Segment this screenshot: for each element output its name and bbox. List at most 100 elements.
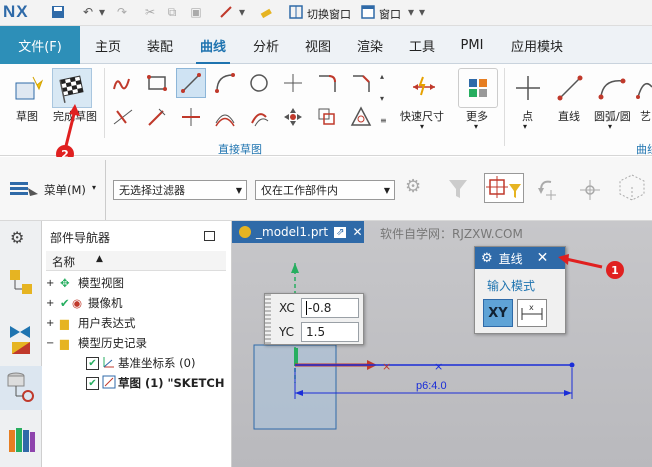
derived-curve-icon[interactable] [210, 102, 240, 132]
point-icon[interactable] [278, 68, 308, 98]
rectangle-icon[interactable] [142, 68, 172, 98]
dimension-label[interactable]: p6:4.0 [416, 380, 447, 392]
switch-window-label[interactable]: 切换窗口 [307, 6, 351, 22]
cut-icon[interactable]: ✂ [142, 4, 158, 20]
yc-input[interactable]: 1.5 [301, 322, 359, 342]
tab-application[interactable]: 应用模块 [500, 26, 574, 64]
tree-item-datum-csys[interactable]: ✔ 基准坐标系 (0) [86, 353, 195, 373]
quick-trim-icon[interactable] [108, 102, 138, 132]
point-tool-icon[interactable] [508, 68, 548, 108]
history-tab-icon[interactable] [0, 366, 42, 410]
column-name-label[interactable]: 名称 [52, 254, 75, 270]
line-dialog-header[interactable]: ⚙ 直线 ✕ [475, 247, 565, 269]
tab-render[interactable]: 渲染 [346, 26, 394, 64]
sketch-canvas[interactable]: × × p6:4.0 [232, 243, 652, 467]
expand-icon[interactable]: + [46, 298, 60, 309]
switch-window-icon[interactable] [288, 4, 304, 20]
tab-analysis[interactable]: 分析 [242, 26, 290, 64]
arc-circle-icon[interactable] [592, 68, 632, 108]
point-dropdown-icon[interactable]: ▾ [523, 122, 527, 131]
tab-file[interactable]: 文件(F) [0, 26, 80, 64]
xc-input[interactable]: -0.8 [301, 298, 359, 318]
eraser-icon[interactable] [258, 4, 274, 20]
tab-tools[interactable]: 工具 [398, 26, 446, 64]
line-dropdown-icon[interactable]: ▾ [234, 4, 250, 20]
sort-asc-icon[interactable]: ▲ [96, 254, 103, 264]
dialog-gear-icon[interactable]: ⚙ [481, 251, 493, 266]
pin-icon[interactable]: ⇗ [334, 226, 347, 238]
mode-parameter-button[interactable]: x [517, 299, 547, 327]
pattern-curve-icon[interactable] [312, 102, 342, 132]
polygon-icon[interactable] [346, 102, 376, 132]
circle-icon[interactable] [244, 68, 274, 98]
filter-funnel-icon[interactable] [445, 176, 475, 202]
more-icon[interactable] [458, 68, 498, 108]
tab-pmi[interactable]: PMI [450, 26, 494, 64]
more-dropdown-icon[interactable]: ▾ [474, 122, 478, 131]
snap-options-icon[interactable] [575, 176, 605, 202]
save-icon[interactable] [50, 4, 66, 20]
popup-drag-handle[interactable] [265, 294, 271, 344]
selection-filter-dropdown[interactable]: 无选择过滤器 ▼ [113, 180, 247, 200]
quick-dimension-dropdown-icon[interactable]: ▾ [420, 122, 424, 131]
move-curve-icon[interactable] [278, 102, 308, 132]
line-icon[interactable] [176, 68, 206, 98]
tree-item-cameras[interactable]: + ✔ ◉ 摄像机 [46, 293, 123, 313]
graphics-viewport[interactable]: _model1.prt ⇗ ✕ 软件自学网：RJZXW.COM × × p6:4… [232, 221, 652, 467]
reuse-library-tab-icon[interactable] [6, 424, 38, 456]
undo-dropdown-icon[interactable]: ▾ [94, 4, 110, 20]
view-cube-icon[interactable] [617, 172, 647, 202]
art-spline-icon[interactable] [636, 68, 652, 108]
checkbox-icon[interactable]: ✔ [86, 356, 99, 370]
close-tab-icon[interactable]: ✕ [352, 225, 362, 239]
menu-icon[interactable] [8, 178, 42, 200]
tab-home[interactable]: 主页 [84, 26, 132, 64]
tool-grid-scroll-up-icon[interactable]: ▴ [380, 72, 384, 81]
line-endpoint[interactable] [569, 362, 575, 368]
tool-grid-scroll-down-icon[interactable]: ▾ [380, 94, 384, 103]
arc-circle-dropdown-icon[interactable]: ▾ [608, 122, 612, 131]
line-tool-icon[interactable] [218, 4, 234, 20]
tree-item-user-expressions[interactable]: + ▆ 用户表达式 [46, 313, 136, 333]
offset-curve-icon[interactable] [244, 102, 274, 132]
file-tab[interactable]: _model1.prt ⇗ ✕ [232, 221, 364, 243]
collapse-icon[interactable]: − [46, 338, 60, 349]
snap-point-button[interactable] [484, 173, 524, 203]
part-navigator-tab-icon[interactable] [6, 266, 36, 302]
quick-dimension-icon[interactable] [404, 68, 444, 108]
tab-assembly[interactable]: 装配 [136, 26, 184, 64]
quick-extend-icon[interactable] [142, 102, 172, 132]
profile-icon[interactable] [108, 68, 138, 98]
expand-icon[interactable]: + [46, 318, 60, 329]
arc-icon[interactable] [210, 68, 240, 98]
menu-button[interactable]: 菜单(M) [44, 182, 86, 198]
copy-icon[interactable]: ⧉ [164, 4, 180, 20]
sketch-icon[interactable] [8, 68, 48, 108]
line-tool-large-icon[interactable] [550, 68, 590, 108]
tab-view[interactable]: 视图 [294, 26, 342, 64]
assembly-constraints-tab-icon[interactable] [6, 322, 36, 356]
close-icon[interactable]: ✕ [537, 250, 549, 266]
undo-selection-icon[interactable] [535, 176, 561, 202]
tree-item-sketch[interactable]: ✔ 草图 (1) "SKETCH [86, 373, 224, 393]
customize-qat-icon[interactable]: ▾ [414, 4, 430, 20]
settings-gear-icon[interactable]: ⚙ [10, 228, 24, 247]
menu-dropdown-icon[interactable]: ▾ [92, 183, 96, 192]
mode-xy-button[interactable]: XY [483, 299, 513, 327]
checkmark-icon[interactable]: ✔ [60, 296, 72, 310]
finish-sketch-icon[interactable] [52, 68, 92, 108]
chamfer-icon[interactable] [346, 68, 376, 98]
tab-curve[interactable]: 曲线 [188, 26, 238, 65]
redo-icon[interactable]: ↷ [114, 4, 130, 20]
scope-dropdown[interactable]: 仅在工作部件内 ▼ [255, 180, 395, 200]
fillet-icon[interactable] [312, 68, 342, 98]
tree-item-model-history[interactable]: − ▆ 模型历史记录 [46, 333, 147, 353]
maximize-icon[interactable] [204, 231, 215, 241]
paste-icon[interactable]: ▣ [188, 4, 204, 20]
expand-icon[interactable]: + [46, 278, 60, 289]
make-corner-icon[interactable] [176, 102, 206, 132]
select-body-icon[interactable]: ⚙ [405, 176, 435, 202]
checkbox-icon[interactable]: ✔ [86, 376, 99, 390]
tree-item-model-views[interactable]: + ✥ 模型视图 [46, 273, 124, 293]
tool-grid-more-icon[interactable]: ≡ [380, 116, 387, 125]
